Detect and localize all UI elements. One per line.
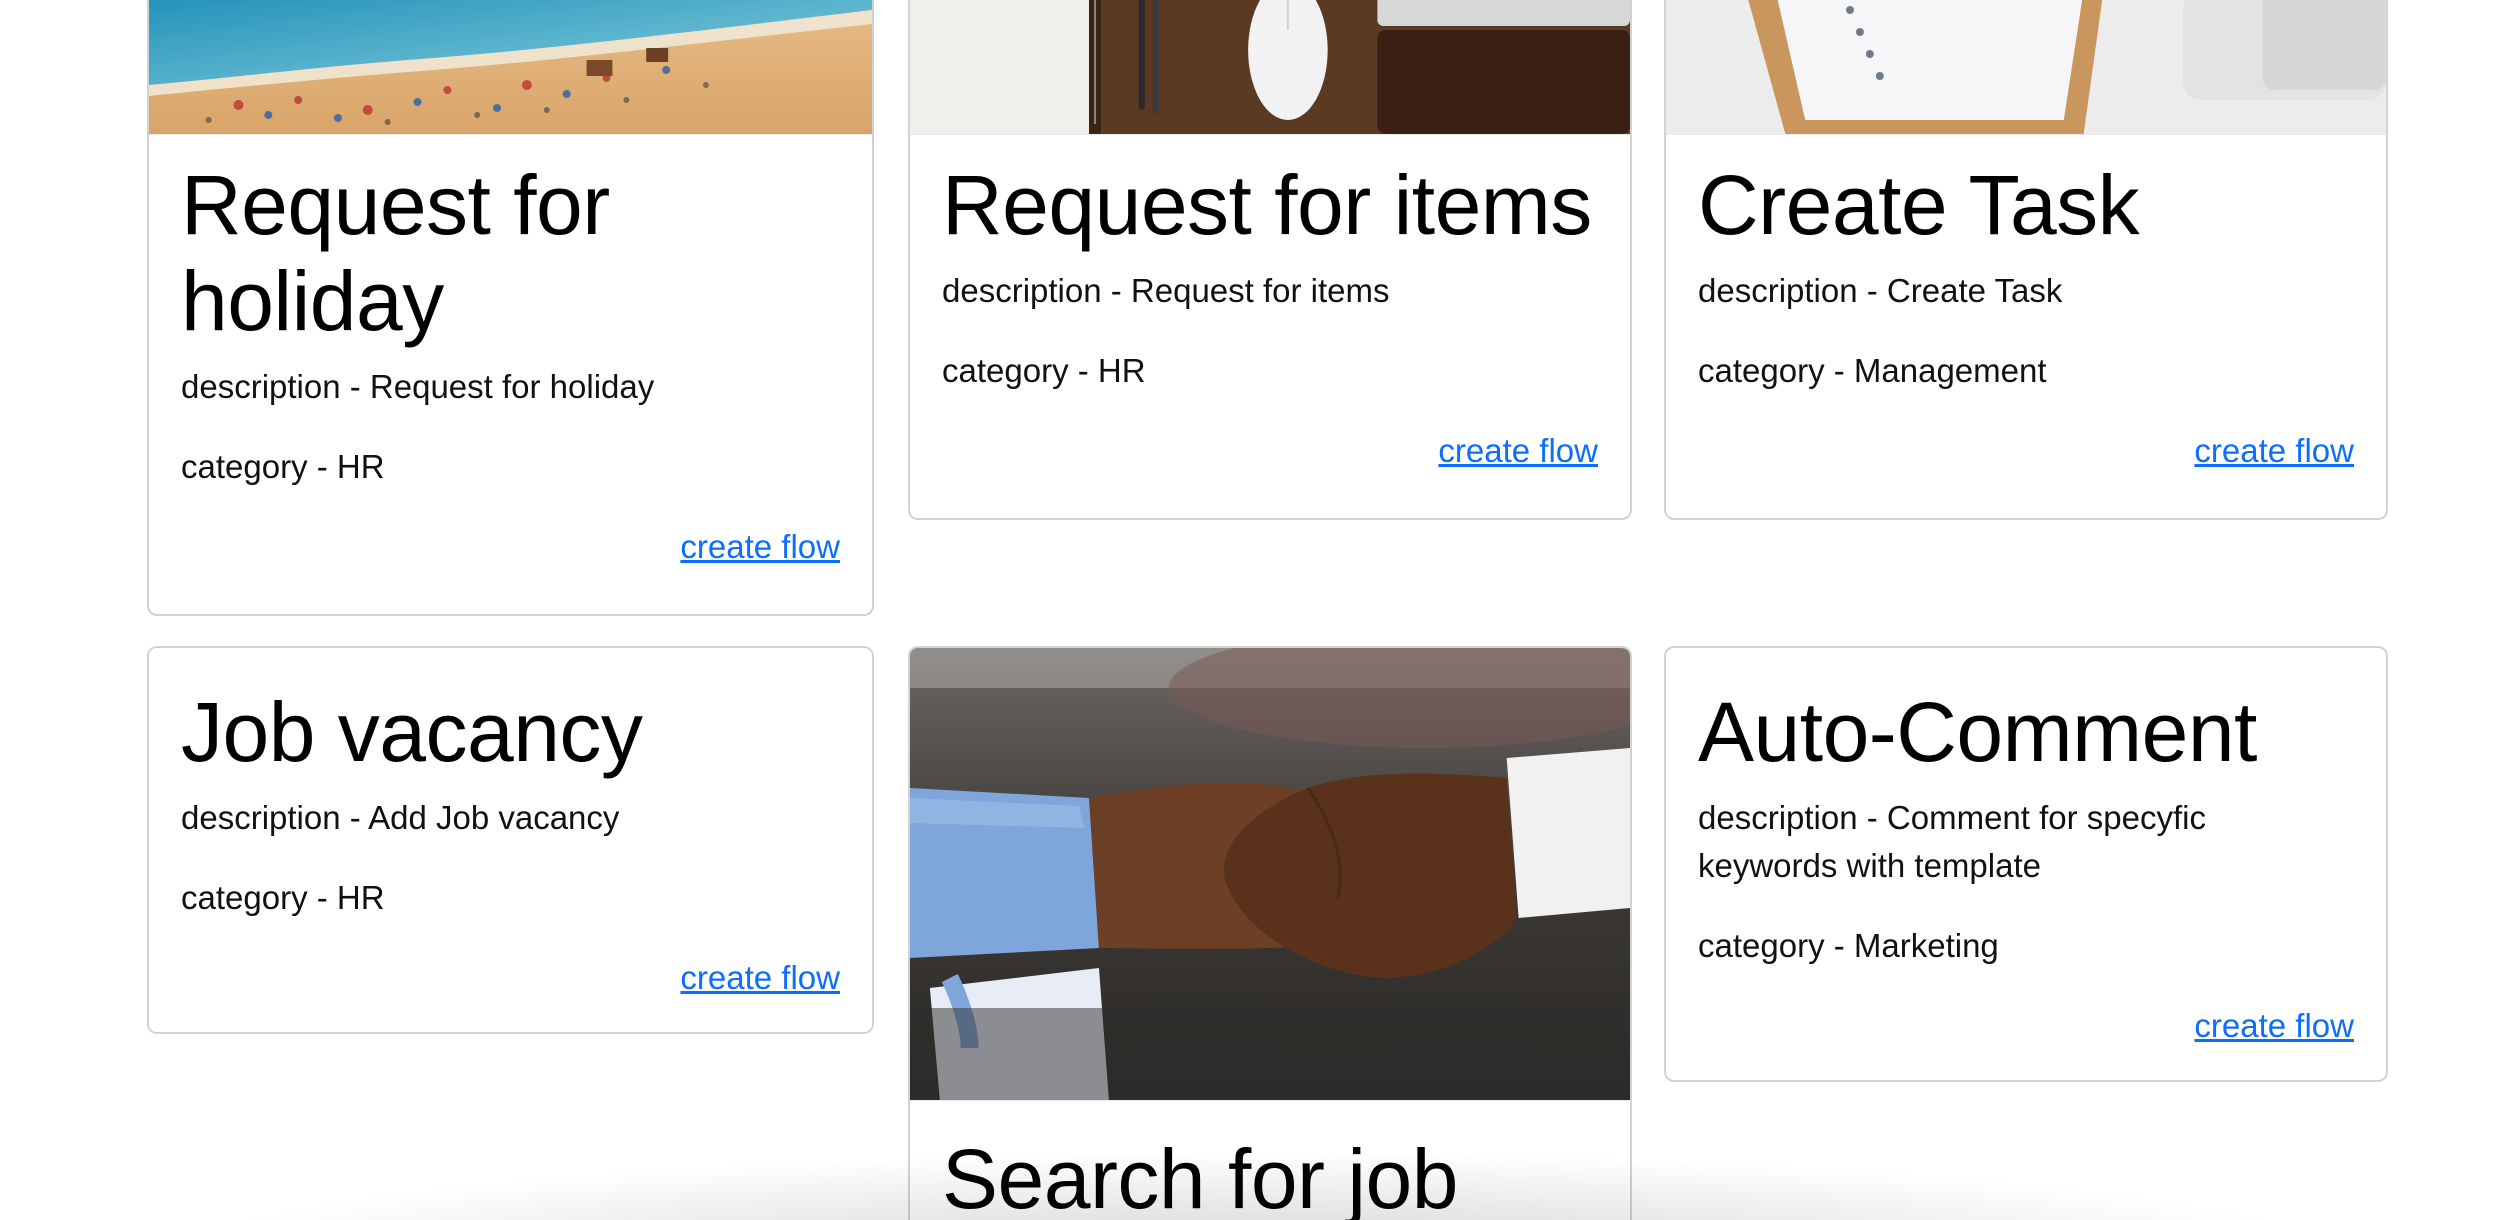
- card-category: category - HR: [181, 879, 385, 916]
- card-description: description - Comment for specyfic keywo…: [1698, 799, 2207, 884]
- card-link-row: create flow: [942, 427, 1598, 475]
- create-flow-link[interactable]: create flow: [1438, 432, 1598, 469]
- card-title: Request for items: [942, 158, 1592, 252]
- card-request-for-items: Request for items description - Request …: [908, 0, 1632, 520]
- create-flow-link[interactable]: create flow: [2194, 1007, 2354, 1044]
- beach-image: [149, 0, 872, 135]
- card-category: category - HR: [942, 352, 1146, 389]
- card-description: description - Add Job vacancy: [181, 799, 620, 836]
- handshake-illustration: [910, 648, 1630, 1100]
- desk-items-illustration: [910, 0, 1630, 134]
- card-job-vacancy: Job vacancy description - Add Job vacanc…: [147, 646, 874, 1034]
- card-title: Create Task: [1698, 158, 2140, 252]
- create-flow-link[interactable]: create flow: [680, 959, 840, 996]
- card-category: category - HR: [181, 448, 385, 485]
- clipboard-image: [1666, 0, 2386, 135]
- card-title: Job vacancy: [181, 685, 643, 779]
- card-body: Search for job: [910, 1131, 1630, 1220]
- card-description: description - Request for items: [942, 272, 1390, 309]
- card-search-for-job: Search for job: [908, 646, 1632, 1220]
- card-title: Search for job: [942, 1132, 1458, 1220]
- card-request-for-holiday: Request for holiday description - Reques…: [147, 0, 874, 616]
- card-description: description - Request for holiday: [181, 368, 655, 405]
- create-flow-link[interactable]: create flow: [680, 528, 840, 565]
- card-create-task: Create Task description - Create Task ca…: [1664, 0, 2388, 520]
- handshake-image: [910, 648, 1630, 1101]
- card-link-row: create flow: [1698, 427, 2354, 475]
- card-body: Job vacancy description - Add Job vacanc…: [149, 684, 872, 1032]
- card-body: Request for items description - Request …: [910, 157, 1630, 507]
- card-link-row: create flow: [181, 523, 840, 571]
- card-category: category - Marketing: [1698, 927, 1999, 964]
- card-description: description - Create Task: [1698, 272, 2063, 309]
- clipboard-laptop-illustration: [1666, 0, 2386, 134]
- beach-illustration: [149, 0, 872, 134]
- card-body: Auto-Comment description - Comment for s…: [1666, 684, 2386, 1080]
- card-category: category - Management: [1698, 352, 2047, 389]
- flow-templates-page: Request for holiday description - Reques…: [0, 0, 2514, 1220]
- card-body: Request for holiday description - Reques…: [149, 157, 872, 603]
- card-link-row: create flow: [1698, 1002, 2354, 1050]
- card-body: Create Task description - Create Task ca…: [1666, 157, 2386, 507]
- card-title: Auto-Comment: [1698, 685, 2257, 779]
- card-link-row: create flow: [181, 954, 840, 1002]
- card-title: Request for holiday: [181, 158, 610, 348]
- create-flow-link[interactable]: create flow: [2194, 432, 2354, 469]
- card-auto-comment: Auto-Comment description - Comment for s…: [1664, 646, 2388, 1082]
- desk-items-image: [910, 0, 1630, 135]
